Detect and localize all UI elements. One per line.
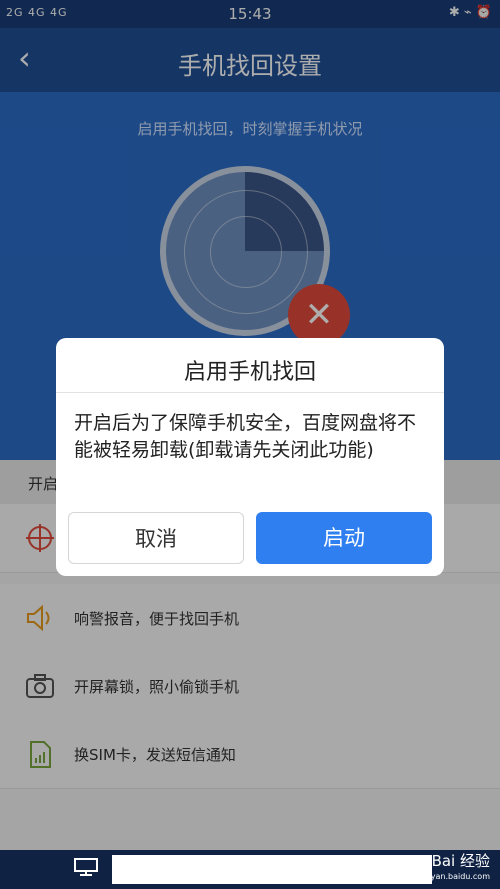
- bottom-bar: Bai 经验 jingyan.baidu.com: [0, 850, 500, 889]
- watermark: Bai 经验 jingyan.baidu.com: [416, 854, 490, 884]
- enable-dialog: 启用手机找回 开启后为了保障手机安全，百度网盘将不能被轻易卸载(卸载请先关闭此功…: [56, 338, 444, 576]
- monitor-icon[interactable]: [74, 858, 98, 876]
- dialog-title: 启用手机找回: [183, 360, 316, 385]
- confirm-button[interactable]: 启动: [256, 512, 432, 564]
- cancel-button[interactable]: 取消: [68, 512, 244, 564]
- dialog-message: 开启后为了保障手机安全，百度网盘将不能被轻易卸载(卸载请先关闭此功能): [74, 412, 417, 461]
- watermark-sub: jingyan.baidu.com: [416, 872, 490, 881]
- dialog-divider: [56, 392, 444, 393]
- watermark-main: Bai 经验: [431, 852, 490, 870]
- input-bar[interactable]: [112, 855, 432, 884]
